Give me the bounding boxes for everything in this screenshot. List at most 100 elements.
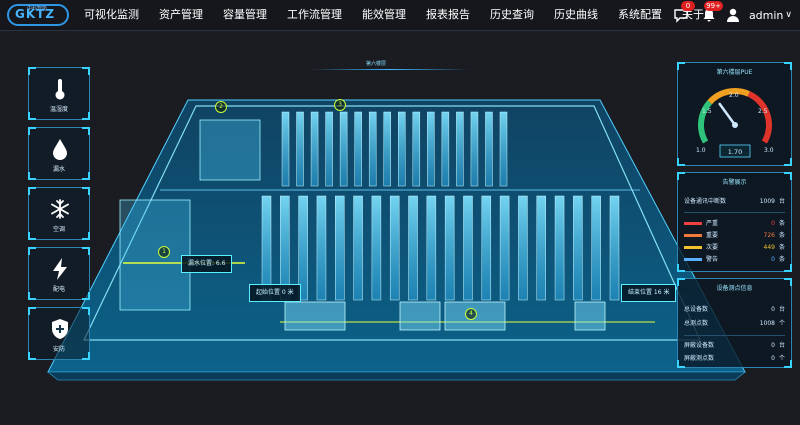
comm-interrupt-label: 设备通讯中断数 — [684, 198, 727, 205]
marker-pin-2[interactable]: 2 — [215, 101, 227, 113]
rack-column — [296, 111, 304, 187]
warning-swatch — [684, 258, 702, 261]
minor-swatch — [684, 246, 702, 249]
gauge-tick-1-5: 1.5 — [702, 108, 712, 115]
snowflake-icon — [51, 199, 69, 219]
comm-interrupt-value: 1009 — [759, 198, 775, 205]
front-block-2 — [399, 301, 441, 331]
row-value: 1008 — [759, 320, 775, 327]
rack-column — [554, 195, 565, 301]
rack-column — [427, 111, 435, 187]
alarm-level-label: 严重 — [706, 220, 719, 227]
rack-column — [456, 111, 464, 187]
sidebar-label: 配电 — [52, 286, 65, 293]
sidebar-air-conditioning[interactable]: 空调 — [28, 187, 90, 240]
sidebar-power-distribution[interactable]: 配电 — [28, 247, 90, 300]
rack-column — [316, 195, 327, 301]
alarm-row-warning[interactable]: 警告 0 条 — [684, 255, 785, 265]
comm-interrupt-row[interactable]: 设备通讯中断数 1009 台 — [684, 197, 785, 207]
alarm-row-critical[interactable]: 严重 0 条 — [684, 219, 785, 229]
row-label: 屏蔽测点数 — [684, 355, 715, 362]
water-drop-icon — [53, 139, 67, 160]
row-value: 0 — [771, 355, 775, 362]
gauge-tick-2-0: 2.0 — [729, 92, 739, 99]
alarm-level-value: 0 — [771, 220, 775, 227]
masked-devices-row[interactable]: 屏蔽设备数 0 台 — [684, 341, 785, 351]
rack-column — [354, 111, 362, 187]
rack-column — [325, 111, 333, 187]
alarm-level-value: 0 — [771, 256, 775, 263]
rack-column — [281, 111, 290, 187]
row-value: 0 — [771, 306, 775, 313]
gauge-needle — [718, 102, 737, 127]
rack-column — [339, 111, 348, 187]
device-info-title: 设备测点信息 — [716, 285, 753, 292]
rack-column — [463, 195, 473, 301]
alarm-row-minor[interactable]: 次要 449 条 — [684, 243, 785, 253]
row-value: 0 — [771, 342, 775, 349]
row-unit: 个 — [778, 320, 785, 327]
total-devices-row[interactable]: 总设备数 0 台 — [684, 305, 785, 315]
floor-edge — [46, 371, 747, 381]
alarm-panel: 告警展示 设备通讯中断数 1009 台 严重 0 条 重要 726 条 次要 4… — [677, 172, 792, 272]
alarm-level-label: 警告 — [706, 256, 719, 263]
rack-column — [609, 195, 620, 301]
marker-pin-4[interactable]: 4 — [465, 308, 477, 320]
sidebar-security[interactable]: 安防 — [28, 307, 90, 360]
sidebar-label: 空调 — [52, 226, 65, 233]
start-position-callout[interactable]: 起始位置 0 米 — [249, 284, 301, 302]
rack-column — [518, 195, 528, 301]
rack-column — [389, 195, 400, 301]
rack-column — [591, 195, 601, 301]
rack-column — [485, 111, 493, 187]
leak-position-callout[interactable]: 漏水位置: 6.6 — [181, 255, 233, 273]
sidebar-label: 漏水 — [52, 166, 65, 173]
marker-pin-1[interactable]: 1 — [158, 246, 170, 258]
alarm-level-unit: 条 — [778, 256, 785, 263]
device-info-panel: 设备测点信息 总设备数 0 台 总测点数 1008 个 屏蔽设备数 0 台 屏蔽… — [677, 278, 792, 368]
masked-points-row[interactable]: 屏蔽测点数 0 个 — [684, 354, 785, 364]
front-block-1 — [284, 301, 346, 331]
row-label: 总设备数 — [684, 306, 709, 313]
alarm-row-major[interactable]: 重要 726 条 — [684, 231, 785, 241]
marker-pin-3[interactable]: 3 — [334, 99, 346, 111]
pue-title: 第六楼层PUE — [716, 69, 753, 76]
alarm-level-label: 重要 — [706, 232, 719, 239]
major-swatch — [684, 234, 702, 237]
rack-column — [408, 195, 418, 301]
row-unit: 台 — [778, 306, 785, 313]
rack-column — [368, 111, 377, 187]
sidebar-label: 安防 — [52, 346, 65, 353]
rack-column — [573, 195, 583, 301]
comm-interrupt-unit: 台 — [778, 198, 785, 205]
alarm-level-label: 次要 — [706, 244, 719, 251]
alarm-level-value: 449 — [763, 244, 775, 251]
pue-value: 1.70 — [728, 148, 742, 156]
sidebar-temperature-humidity[interactable]: 温湿度 — [28, 67, 90, 120]
rack-column — [499, 111, 508, 187]
rack-column — [335, 195, 345, 301]
critical-swatch — [684, 222, 702, 225]
thermometer-icon — [55, 79, 65, 100]
lightning-icon — [53, 258, 67, 280]
rack-column — [536, 195, 546, 301]
row-unit: 台 — [778, 342, 785, 349]
total-points-row[interactable]: 总测点数 1008 个 — [684, 319, 785, 329]
rack-column — [481, 195, 492, 301]
alarm-title: 告警展示 — [722, 179, 747, 186]
front-block-4 — [574, 301, 606, 331]
left-room-upper — [199, 119, 261, 181]
rack-column — [444, 195, 455, 301]
gauge-tick-2-5: 2.5 — [758, 108, 768, 115]
end-position-callout[interactable]: 结束位置 16 米 — [621, 284, 677, 302]
sidebar-water-leak[interactable]: 漏水 — [28, 127, 90, 180]
gauge-tick-3-0: 3.0 — [764, 147, 774, 154]
rack-column — [398, 111, 406, 187]
pue-panel: 第六楼层PUE 1.0 1.5 2.0 2.5 3.0 1.70 — [677, 62, 792, 166]
rack-column — [441, 111, 450, 187]
alarm-level-unit: 条 — [778, 244, 785, 251]
rack-column — [310, 111, 319, 187]
alarm-level-unit: 条 — [778, 220, 785, 227]
rack-column — [426, 195, 437, 301]
alarm-level-unit: 条 — [778, 232, 785, 239]
